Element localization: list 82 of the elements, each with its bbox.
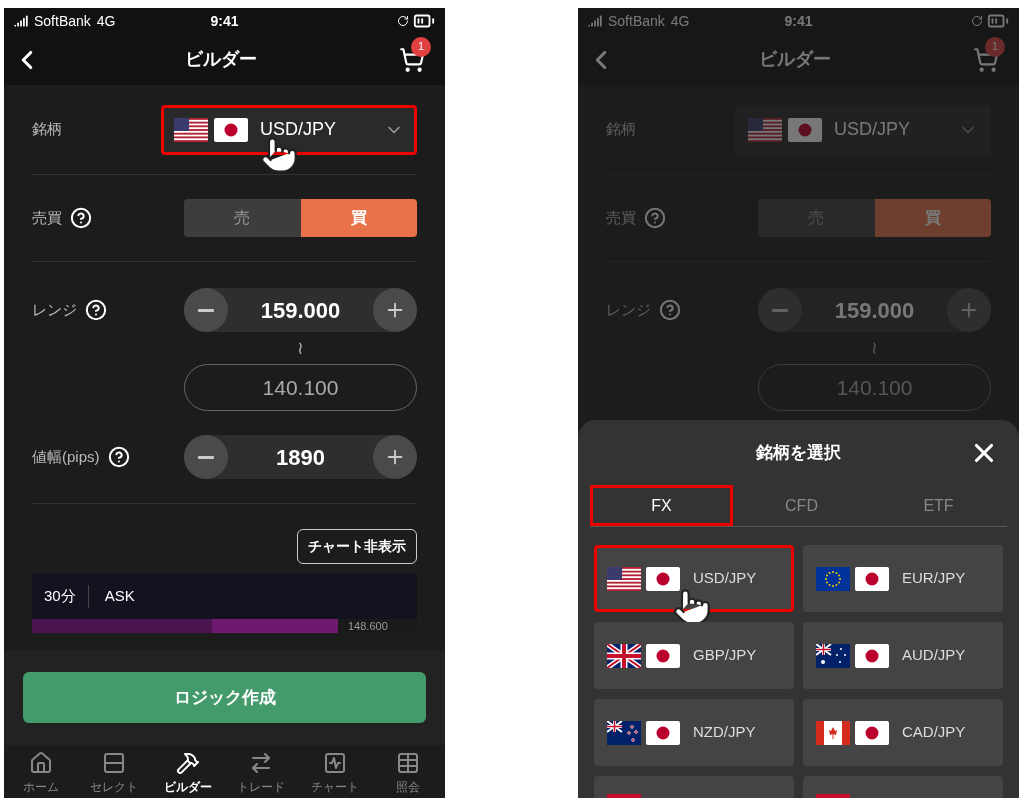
minus-button[interactable]: [184, 288, 228, 332]
tab-bar-item[interactable]: セレクト: [77, 745, 151, 798]
chart-icon: [322, 751, 347, 775]
tab-bar-item[interactable]: チャート: [298, 745, 372, 798]
field-label: レンジ: [32, 299, 77, 320]
canada-flag-icon: [816, 720, 850, 745]
us-flag-icon: [174, 117, 208, 142]
stepper-value: 159.000: [260, 296, 341, 325]
signal-icon: [14, 14, 28, 28]
field-label: 銘柄: [32, 119, 62, 140]
tab-bar-item[interactable]: ビルダー: [151, 745, 225, 798]
minus-button[interactable]: [184, 435, 228, 479]
network-type: 4G: [670, 11, 690, 31]
currency-pair-card[interactable]: NZD/JPY: [594, 699, 794, 766]
tab-bar-item[interactable]: ホーム: [4, 745, 78, 798]
category-tab[interactable]: ETF: [870, 485, 1007, 526]
clock-time: 9:41: [783, 11, 814, 31]
hide-chart-button[interactable]: チャート非表示: [297, 529, 417, 564]
segment-tab[interactable]: 売: [184, 199, 301, 237]
cart-badge: 1: [985, 36, 1005, 57]
signal-icon: [588, 14, 602, 28]
currency-pair-card[interactable]: AUD/JPY: [803, 622, 1003, 689]
table-icon: [396, 751, 421, 775]
field-label: 売買: [606, 207, 636, 228]
price-axis-label: 148.600: [347, 619, 388, 633]
new-zealand-flag-icon: [607, 720, 641, 745]
hand-pointer-icon: [259, 134, 299, 175]
carrier-name: SoftBank: [34, 11, 91, 31]
help-icon[interactable]: [70, 207, 92, 229]
stepper-value: 159.000: [834, 296, 915, 325]
category-tab[interactable]: FX: [590, 485, 733, 526]
japan-flag-icon: [855, 566, 889, 591]
symbol-select[interactable]: USD/JPY: [161, 104, 417, 155]
minus-icon: [198, 455, 214, 459]
field-label: 売買: [32, 207, 62, 228]
japan-flag-icon: [646, 566, 680, 591]
australia-flag-icon: [816, 643, 850, 668]
field-label: 銘柄: [606, 119, 636, 140]
japan-flag-icon: [646, 643, 680, 668]
currency-pair-card[interactable]: EUR/JPY: [803, 545, 1003, 612]
rotation-lock-icon: [971, 15, 983, 27]
tab-bar-item[interactable]: 照会: [371, 745, 445, 798]
hammer-icon: [175, 751, 200, 775]
rows-icon: [102, 751, 127, 775]
tab-bar-item[interactable]: トレード: [224, 745, 298, 798]
eu-flag-icon: [816, 566, 850, 591]
number-stepper[interactable]: 159.000: [184, 288, 417, 332]
plus-button[interactable]: [373, 288, 417, 332]
carrier-name: SoftBank: [608, 11, 665, 31]
range-separator: ≀: [296, 337, 305, 360]
screen-title: ビルダー: [757, 48, 832, 71]
currency-pair-card[interactable]: USD/JPY: [594, 545, 794, 612]
us-flag-icon: [607, 566, 641, 591]
japan-flag-icon: [855, 720, 889, 745]
help-icon[interactable]: [107, 446, 130, 468]
range-separator: ≀: [870, 337, 879, 360]
minus-icon: [198, 308, 214, 312]
category-tab[interactable]: CFD: [733, 485, 870, 526]
currency-pair-card[interactable]: CAD/JPY: [803, 699, 1003, 766]
japan-flag-icon: [788, 117, 822, 142]
rotation-lock-icon: [397, 15, 409, 27]
field-label: レンジ: [606, 299, 651, 320]
japan-flag-icon: [855, 643, 889, 668]
price-type[interactable]: ASK: [88, 585, 135, 608]
cart-badge: 1: [411, 36, 431, 57]
plus-button[interactable]: [373, 435, 417, 479]
network-type: 4G: [96, 11, 116, 31]
number-stepper[interactable]: 1890: [184, 435, 417, 479]
home-icon: [28, 751, 53, 775]
uk-flag-icon: [607, 643, 641, 668]
chart-interval[interactable]: 30分: [44, 585, 89, 608]
us-flag-icon: [748, 117, 782, 142]
currency-pair-card[interactable]: GBP/JPY: [594, 622, 794, 689]
clock-time: 9:41: [209, 11, 240, 31]
japan-flag-icon: [646, 720, 680, 745]
japan-flag-icon: [214, 117, 248, 142]
stepper-value: 1890: [276, 443, 325, 472]
screen-title: ビルダー: [183, 48, 258, 71]
minus-icon: [772, 308, 788, 312]
sheet-title: 銘柄を選択: [756, 441, 841, 464]
help-icon[interactable]: [85, 299, 107, 321]
field-label: 値幅(pips): [32, 446, 100, 467]
